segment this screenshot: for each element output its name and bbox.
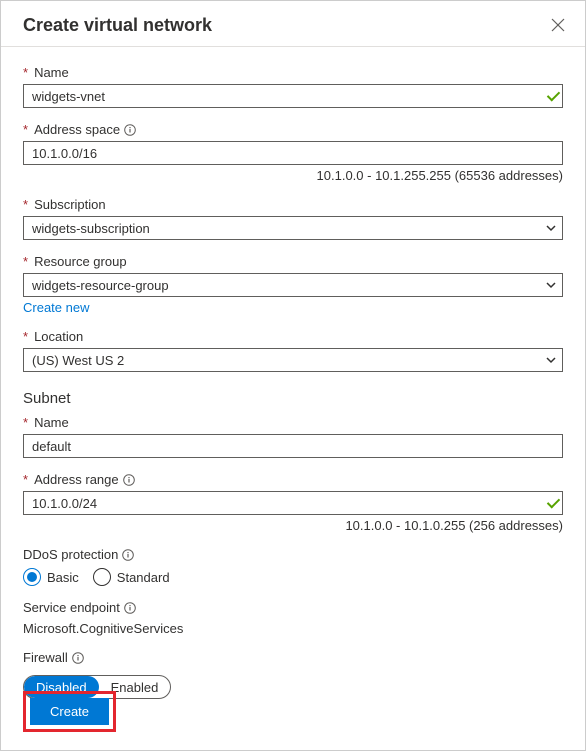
field-location: *Location (US) West US 2 — [23, 329, 563, 372]
field-address-space: *Address space 10.1.0.0 - 10.1.255.255 (… — [23, 122, 563, 183]
form-content: *Name *Address space 10.1.0.0 - 10.1.255… — [1, 47, 585, 699]
subscription-label: *Subscription — [23, 197, 563, 212]
subnet-name-label: *Name — [23, 415, 563, 430]
ddos-radio-basic[interactable]: Basic — [23, 568, 79, 586]
create-button[interactable]: Create — [30, 698, 109, 725]
radio-icon — [93, 568, 111, 586]
subscription-select[interactable]: widgets-subscription — [23, 216, 563, 240]
address-space-input[interactable] — [23, 141, 563, 165]
address-space-label: *Address space — [23, 122, 563, 137]
info-icon[interactable] — [72, 652, 84, 664]
field-subnet-range: *Address range 10.1.0.0 - 10.1.0.255 (25… — [23, 472, 563, 533]
subnet-range-input[interactable] — [23, 491, 563, 515]
field-ddos: DDoS protection Basic Standard — [23, 547, 563, 586]
service-endpoint-label: Service endpoint — [23, 600, 563, 615]
field-resource-group: *Resource group widgets-resource-group C… — [23, 254, 563, 315]
field-name: *Name — [23, 65, 563, 108]
subnet-section-title: Subnet — [23, 390, 563, 407]
create-button-highlight: Create — [23, 691, 116, 732]
panel-footer: Create — [1, 679, 585, 750]
info-icon[interactable] — [124, 124, 136, 136]
location-select[interactable]: (US) West US 2 — [23, 348, 563, 372]
info-icon[interactable] — [124, 602, 136, 614]
radio-icon — [23, 568, 41, 586]
subnet-range-label: *Address range — [23, 472, 563, 487]
resource-group-label: *Resource group — [23, 254, 563, 269]
panel-header: Create virtual network — [1, 1, 585, 47]
create-new-link[interactable]: Create new — [23, 300, 89, 315]
field-service-endpoint: Service endpoint Microsoft.CognitiveServ… — [23, 600, 563, 636]
close-icon[interactable] — [551, 18, 567, 34]
ddos-label: DDoS protection — [23, 547, 563, 562]
field-subnet-name: *Name — [23, 415, 563, 458]
subnet-range-helper: 10.1.0.0 - 10.1.0.255 (256 addresses) — [23, 518, 563, 533]
address-space-helper: 10.1.0.0 - 10.1.255.255 (65536 addresses… — [23, 168, 563, 183]
name-input[interactable] — [23, 84, 563, 108]
location-label: *Location — [23, 329, 563, 344]
info-icon[interactable] — [122, 549, 134, 561]
name-label: *Name — [23, 65, 563, 80]
info-icon[interactable] — [123, 474, 135, 486]
field-subscription: *Subscription widgets-subscription — [23, 197, 563, 240]
service-endpoint-value: Microsoft.CognitiveServices — [23, 621, 563, 636]
resource-group-select[interactable]: widgets-resource-group — [23, 273, 563, 297]
ddos-radio-standard[interactable]: Standard — [93, 568, 170, 586]
panel-title: Create virtual network — [23, 15, 212, 36]
subnet-name-input[interactable] — [23, 434, 563, 458]
firewall-label: Firewall — [23, 650, 563, 665]
